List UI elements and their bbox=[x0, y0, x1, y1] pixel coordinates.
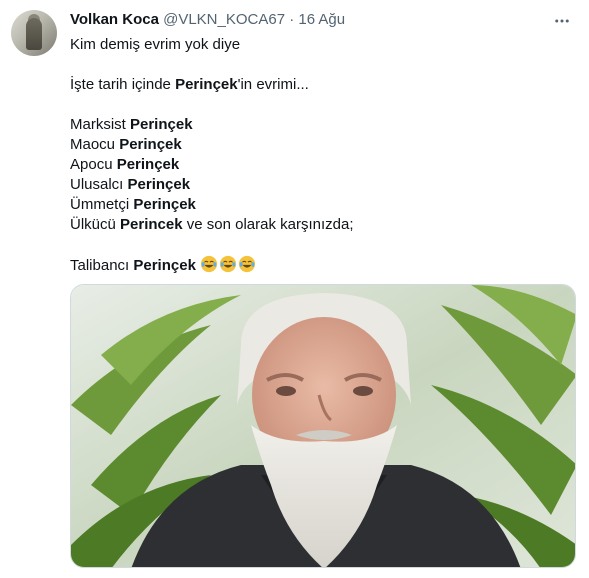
face-with-tears-of-joy-icon bbox=[200, 255, 218, 273]
tweet-line: İşte tarih içinde Perinçek'in evrimi... bbox=[70, 75, 570, 95]
tweet-header: Volkan Koca @VLKN_KOCA67 · 16 Ağu bbox=[70, 11, 345, 28]
bold-name: Perinçek bbox=[133, 257, 196, 274]
tweet: Volkan Koca @VLKN_KOCA67 · 16 Ağu Kim de… bbox=[0, 0, 589, 578]
line-text: Ülkücü bbox=[70, 216, 121, 233]
photo-illustration bbox=[71, 285, 575, 567]
tweet-line: Ulusalcı Perinçek bbox=[70, 175, 570, 195]
bold-name: Perinçek bbox=[133, 196, 196, 213]
tweet-line: Talibancı Perinçek bbox=[70, 255, 570, 275]
separator-dot: · bbox=[289, 11, 295, 28]
more-options-button[interactable] bbox=[551, 10, 573, 32]
line-text: Maocu bbox=[70, 136, 120, 153]
avatar[interactable] bbox=[11, 10, 57, 56]
bold-name: Perinçek bbox=[130, 116, 193, 133]
face-with-tears-of-joy-icon bbox=[219, 255, 237, 273]
tweet-line: Apocu Perinçek bbox=[70, 155, 570, 175]
tweet-line: Marksist Perinçek bbox=[70, 115, 570, 135]
tweet-date[interactable]: 16 Ağu bbox=[298, 11, 345, 28]
more-options-icon bbox=[555, 19, 569, 23]
line-text: Ulusalcı bbox=[70, 176, 128, 193]
line-text: Apocu bbox=[70, 156, 117, 173]
line-text: 'in evrimi... bbox=[237, 76, 309, 93]
line-text: ve son olarak karşınızda; bbox=[182, 216, 354, 233]
bold-name: Perinçek bbox=[127, 176, 191, 193]
attached-photo[interactable] bbox=[70, 284, 576, 568]
tweet-line: Maocu Perinçek bbox=[70, 135, 570, 155]
tweet-line: Ümmetçi Perinçek bbox=[70, 195, 570, 215]
bold-name: Perincek bbox=[120, 216, 183, 233]
tweet-line: Kim demiş evrim yok diye bbox=[70, 35, 570, 55]
bold-name: Perinçek bbox=[175, 76, 238, 93]
line-text: İşte tarih içinde bbox=[70, 76, 176, 93]
tweet-line: Ülkücü Perincek ve son olarak karşınızda… bbox=[70, 215, 570, 235]
author-name[interactable]: Volkan Koca bbox=[70, 11, 159, 28]
line-text: Ümmetçi bbox=[70, 196, 134, 213]
face-with-tears-of-joy-icon bbox=[238, 255, 256, 273]
bold-name: Perinçek bbox=[116, 156, 180, 173]
emoji-group bbox=[200, 255, 257, 274]
author-handle[interactable]: @VLKN_KOCA67 bbox=[163, 11, 285, 28]
line-text: Talibancı bbox=[70, 257, 134, 274]
line-text: Marksist bbox=[70, 116, 130, 133]
avatar-figure-shape bbox=[26, 18, 42, 50]
bold-name: Perinçek bbox=[119, 136, 182, 153]
line-text: Kim demiş evrim yok diye bbox=[70, 36, 241, 53]
tweet-text: Kim demiş evrim yok diye İşte tarih için… bbox=[70, 35, 570, 275]
